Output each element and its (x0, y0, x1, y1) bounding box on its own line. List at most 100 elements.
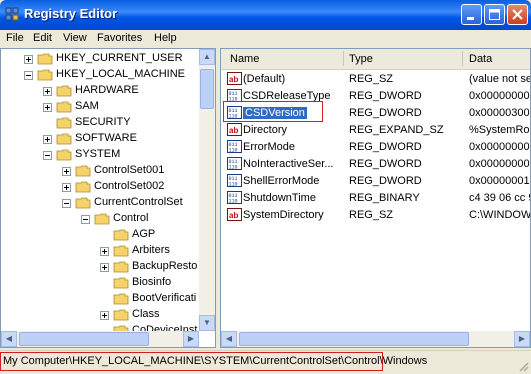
expand-icon[interactable] (24, 55, 33, 64)
scroll-left-button[interactable]: ◀ (221, 331, 237, 347)
tree-node[interactable]: SYSTEM (1, 147, 197, 163)
expand-icon[interactable] (43, 87, 52, 96)
folder-icon (56, 101, 72, 113)
scroll-thumb[interactable] (200, 69, 214, 109)
binary-value-icon: 011110 (227, 174, 242, 187)
maximize-button[interactable] (484, 4, 505, 25)
tree-node[interactable]: BackupResto (1, 259, 197, 275)
menu-bar: File Edit View Favorites Help (0, 30, 531, 48)
column-divider[interactable] (343, 51, 344, 66)
expand-icon[interactable] (43, 135, 52, 144)
svg-text:110: 110 (229, 182, 238, 188)
column-type[interactable]: Type (349, 53, 373, 65)
collapse-icon[interactable] (43, 151, 52, 160)
value-row[interactable]: 011 110 NoInteractiveSer... REG_DWORD 0x0000… (221, 156, 530, 173)
value-row[interactable]: 011 110 ShellErrorMode REG_DWORD 0x00000001 (221, 173, 530, 190)
folder-icon (113, 229, 129, 241)
folder-icon (113, 245, 129, 257)
folder-icon (94, 213, 110, 225)
scroll-down-button[interactable]: ▼ (199, 315, 215, 331)
column-data[interactable]: Data (469, 53, 492, 65)
tree-node-label: CurrentControlSet (94, 196, 183, 208)
tree-node[interactable]: ControlSet002 (1, 179, 197, 195)
column-divider[interactable] (462, 51, 463, 66)
tree-node[interactable]: ControlSet001 (1, 163, 197, 179)
expand-icon[interactable] (62, 183, 71, 192)
menu-help[interactable]: Help (154, 32, 177, 44)
value-row[interactable]: ab (Default) REG_SZ (value not set) (221, 71, 530, 88)
menu-edit[interactable]: Edit (33, 32, 52, 44)
value-type: REG_EXPAND_SZ (349, 124, 444, 136)
column-name[interactable]: Name (230, 53, 259, 65)
tree-node[interactable]: CurrentControlSet (1, 195, 197, 211)
folder-icon (56, 117, 72, 129)
tree-node-label: ControlSet001 (94, 164, 165, 176)
value-row[interactable]: ab SystemDirectory REG_SZ C:\WINDOWS (221, 207, 531, 224)
value-row[interactable]: 011 110 ShutdownTime REG_BINARY c4 39 06 cc … (221, 190, 530, 207)
tree-node[interactable]: SAM (1, 99, 197, 115)
tree-node[interactable]: HKEY_CURRENT_USER (1, 51, 197, 67)
tree-node[interactable]: SECURITY (1, 115, 197, 131)
folder-icon (75, 165, 91, 177)
value-data: 0x00000001 (469, 175, 530, 187)
expand-icon[interactable] (100, 247, 109, 256)
tree-node[interactable]: Class (1, 307, 197, 323)
registry-tree-pane[interactable]: HKEY_CURRENT_USER HKEY_LOCAL_MACHINE HARDW… (0, 48, 216, 348)
value-row[interactable]: ab Directory REG_EXPAND_SZ %SystemRoot% (221, 122, 530, 139)
tree-node[interactable]: BootVerificati (1, 291, 197, 307)
tree-node-label: Control (113, 212, 149, 224)
tree-node[interactable]: HKEY_LOCAL_MACHINE (1, 67, 197, 83)
registry-values-pane[interactable]: Name Type Data ab (Default) REG_SZ (value n… (220, 48, 531, 348)
scroll-left-button[interactable]: ◀ (1, 331, 17, 347)
status-path: My Computer\HKEY_LOCAL_MACHINE\SYSTEM\Cu… (3, 355, 428, 367)
string-value-icon: ab (227, 72, 242, 85)
tree-node[interactable]: AGP (1, 227, 197, 243)
collapse-icon[interactable] (24, 71, 33, 80)
close-icon (512, 9, 523, 20)
tree-vertical-scrollbar[interactable]: ▲ ▼ (199, 49, 215, 331)
minimize-button[interactable] (461, 4, 482, 25)
folder-icon (56, 133, 72, 145)
tree-node-label: HARDWARE (75, 84, 139, 96)
tree-horizontal-scrollbar[interactable]: ◀ ▶ (1, 331, 199, 347)
expand-icon[interactable] (43, 103, 52, 112)
highlight-box (223, 101, 323, 122)
svg-text:ab: ab (229, 211, 238, 220)
tree-node[interactable]: HARDWARE (1, 83, 197, 99)
binary-value-icon: 011110 (227, 191, 242, 204)
string-value-icon: ab (227, 208, 242, 221)
tree-node[interactable]: SOFTWARE (1, 131, 197, 147)
tree-node-label: Class (132, 308, 160, 320)
status-bar: My Computer\HKEY_LOCAL_MACHINE\SYSTEM\Cu… (0, 350, 531, 374)
resize-grip-icon[interactable] (517, 360, 529, 372)
tree-node[interactable]: Arbiters (1, 243, 197, 259)
value-name: (Default) (243, 73, 286, 85)
folder-icon (113, 293, 129, 305)
expand-icon[interactable] (100, 263, 109, 272)
collapse-icon[interactable] (62, 199, 71, 208)
scroll-up-button[interactable]: ▲ (199, 49, 215, 65)
collapse-icon[interactable] (81, 215, 90, 224)
tree-node-label: AGP (132, 228, 156, 240)
values-horizontal-scrollbar[interactable]: ◀ ▶ (221, 331, 530, 347)
title-bar[interactable]: Registry Editor (0, 0, 531, 30)
expand-icon[interactable] (100, 311, 109, 320)
scroll-thumb[interactable] (239, 332, 469, 346)
close-button[interactable] (507, 4, 528, 25)
binary-value-icon: 011110 (227, 140, 242, 153)
value-data: C:\WINDOWS (469, 209, 531, 221)
scroll-right-button[interactable]: ▶ (183, 331, 199, 347)
value-type: REG_SZ (349, 209, 394, 221)
expand-icon[interactable] (62, 167, 71, 176)
scroll-right-button[interactable]: ▶ (514, 331, 530, 347)
value-row[interactable]: 011 110 ErrorMode REG_DWORD 0x00000000 (221, 139, 530, 156)
tree-node[interactable]: Control (1, 211, 197, 227)
tree-node[interactable]: Biosinfo (1, 275, 197, 291)
scroll-thumb[interactable] (19, 332, 149, 346)
menu-file[interactable]: File (6, 32, 24, 44)
menu-favorites[interactable]: Favorites (97, 32, 142, 44)
folder-icon (113, 309, 129, 321)
column-header: Name Type Data (221, 49, 530, 70)
value-type: REG_DWORD (349, 141, 422, 153)
menu-view[interactable]: View (63, 32, 87, 44)
